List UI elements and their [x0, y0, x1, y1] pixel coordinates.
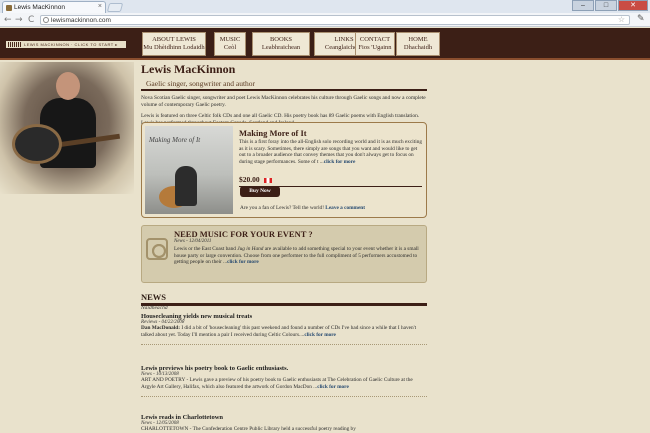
- album-cover-text: Making More of It: [149, 136, 201, 144]
- featured-album-box: Making More of It Making More of It This…: [141, 122, 427, 218]
- event-date: News - 12/04/2011: [174, 239, 212, 244]
- browser-tab[interactable]: Lewis MacKinnon ×: [2, 1, 106, 13]
- tab-close-icon[interactable]: ×: [98, 3, 102, 10]
- page-title: Lewis MacKinnon: [141, 62, 236, 76]
- leave-comment-link[interactable]: Leave a comment: [325, 205, 365, 211]
- nav-music-gaelic: Ceòl: [223, 43, 237, 51]
- site-header: LEWIS MACKINNON · CLICK TO START ▸ ABOUT…: [0, 28, 650, 60]
- news-item-body: CHARLOTTETOWN - The Confederation Centre…: [141, 426, 356, 432]
- nav-books-label: BOOKS: [269, 36, 293, 43]
- maximize-button[interactable]: □: [595, 0, 617, 11]
- site-logo-banner[interactable]: LEWIS MACKINNON · CLICK TO START ▸: [6, 41, 126, 48]
- news-divider: [141, 343, 427, 345]
- album-price-value: $20.00: [239, 175, 260, 184]
- lewis-portrait-photo: [0, 62, 134, 194]
- album-description: This is a first foray into the all-Engli…: [239, 139, 422, 165]
- news-item-title[interactable]: Lewis reads in Charlottetown: [141, 414, 427, 421]
- news-click-for-more-link[interactable]: click for more: [304, 332, 336, 338]
- bookmark-star-icon[interactable]: ☆: [618, 15, 625, 24]
- browser-toolbar: ← → C lewismackinnon.com ☆ ✎: [0, 13, 650, 27]
- event-body-pre: Lewis or the East Coast band: [174, 246, 238, 252]
- nav-contact-label: CONTACT: [359, 36, 391, 43]
- nav-home-label: HOME: [408, 36, 428, 43]
- globe-icon: [43, 17, 49, 23]
- intro-paragraph-1: Nova Scotian Gaelic singer, songwriter a…: [141, 95, 426, 108]
- news-gaelic-heading: Naidheachd: [141, 305, 168, 311]
- news-item-title[interactable]: Lewis previews his poetry book to Gaelic…: [141, 365, 427, 372]
- nav-music[interactable]: MUSIC Ceòl: [214, 32, 246, 56]
- nav-about-lewis-gaelic: Mu Dhèidhinn Lodaidh: [143, 43, 205, 51]
- news-item: Lewis reads in Charlottetown News - 12/0…: [141, 414, 427, 433]
- news-item-body: ART AND POETRY - Lewis gave a preview of…: [141, 377, 427, 391]
- fan-prompt-text: Are you a fan of Lewis? Tell the world!: [240, 205, 324, 211]
- event-band-name: Jug in Hand: [237, 246, 264, 252]
- nav-about-lewis[interactable]: ABOUT LEWIS Mu Dhèidhinn Lodaidh: [142, 32, 206, 56]
- forward-arrow-icon[interactable]: →: [15, 15, 23, 25]
- address-bar[interactable]: lewismackinnon.com ☆: [40, 15, 630, 25]
- page-subtitle: Gaelic singer, songwriter and author: [141, 79, 427, 91]
- fan-prompt: Are you a fan of Lewis? Tell the world! …: [240, 205, 365, 211]
- album-cover-image[interactable]: Making More of It: [145, 126, 233, 214]
- news-item-body-text: ART AND POETRY - Lewis gave a preview of…: [141, 377, 413, 390]
- intro-section: Lewis MacKinnon Gaelic singer, songwrite…: [141, 62, 427, 127]
- news-item-title[interactable]: Housecleaning yields new musical treats: [141, 313, 427, 320]
- window-controls: – □ ✕: [572, 0, 648, 11]
- album-click-for-more-link[interactable]: click for more: [324, 159, 356, 165]
- news-item-body-text: I did a bit of 'housecleaning' this past…: [141, 325, 417, 338]
- album-title[interactable]: Making More of It: [239, 128, 307, 138]
- new-tab-button[interactable]: [106, 3, 124, 12]
- nav-music-label: MUSIC: [219, 36, 241, 43]
- celtic-knot-icon: [146, 238, 168, 260]
- window-close-button[interactable]: ✕: [618, 0, 648, 11]
- news-item: Lewis previews his poetry book to Gaelic…: [141, 365, 427, 397]
- news-click-for-more-link[interactable]: click for more: [317, 384, 349, 390]
- news-heading: NEWS: [141, 292, 427, 306]
- site-favicon-icon: [6, 5, 12, 11]
- browser-tab-bar: Lewis MacKinnon × – □ ✕: [0, 0, 650, 13]
- news-item-author: Dan MacDonald:: [141, 325, 180, 331]
- news-divider: [141, 395, 427, 397]
- nav-home[interactable]: HOME Dhachaidh: [396, 32, 440, 56]
- back-arrow-icon[interactable]: ←: [4, 15, 12, 25]
- event-click-for-more-link[interactable]: click for more: [227, 259, 259, 265]
- event-title: NEED MUSIC FOR YOUR EVENT ?: [174, 229, 313, 239]
- nav-home-gaelic: Dhachaidh: [403, 43, 433, 51]
- event-body: Lewis or the East Coast band Jug in Hand…: [174, 246, 422, 266]
- buy-now-button[interactable]: Buy Now: [240, 186, 280, 197]
- minimize-button[interactable]: –: [572, 0, 594, 11]
- nav-books-gaelic: Leabhraichean: [261, 43, 301, 51]
- nav-contact[interactable]: CONTACT Fios 'Ugainn: [355, 32, 395, 56]
- nav-about-lewis-label: ABOUT LEWIS: [152, 36, 196, 43]
- canada-flag-icon: [263, 177, 272, 183]
- tab-title: Lewis MacKinnon: [14, 4, 65, 11]
- news-item: Housecleaning yields new musical treats …: [141, 313, 427, 345]
- nav-contact-gaelic: Fios 'Ugainn: [358, 43, 392, 51]
- news-item-body: Dan MacDonald: I did a bit of 'houseclea…: [141, 325, 427, 339]
- reload-icon[interactable]: C: [28, 15, 34, 25]
- event-promo-box: NEED MUSIC FOR YOUR EVENT ? News - 12/04…: [141, 225, 427, 283]
- wrench-menu-icon[interactable]: ✎: [637, 14, 645, 24]
- nav-books[interactable]: BOOKS Leabhraichean: [252, 32, 310, 56]
- url-text: lewismackinnon.com: [51, 17, 111, 24]
- guitar-illustration: [12, 124, 62, 164]
